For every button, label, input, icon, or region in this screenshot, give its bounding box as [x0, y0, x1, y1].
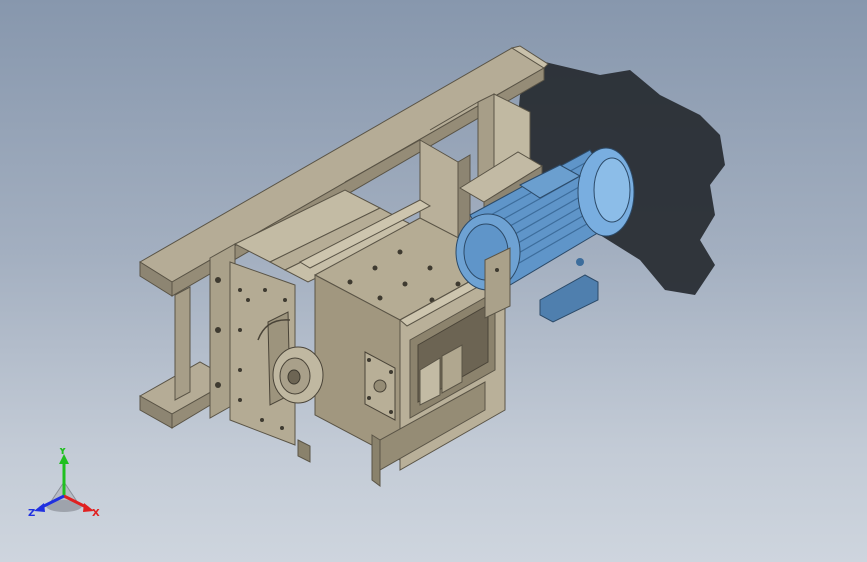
view-orientation-triad[interactable]: Y X Z [26, 448, 106, 523]
x-axis-label: X [92, 508, 100, 519]
y-axis-label: Y [58, 448, 67, 457]
cad-model-view[interactable] [0, 0, 867, 562]
z-axis-label: Z [28, 508, 35, 519]
z-axis-arrow [34, 503, 45, 512]
3d-viewport[interactable]: Y X Z [0, 0, 867, 562]
motor-bracket [484, 247, 511, 319]
